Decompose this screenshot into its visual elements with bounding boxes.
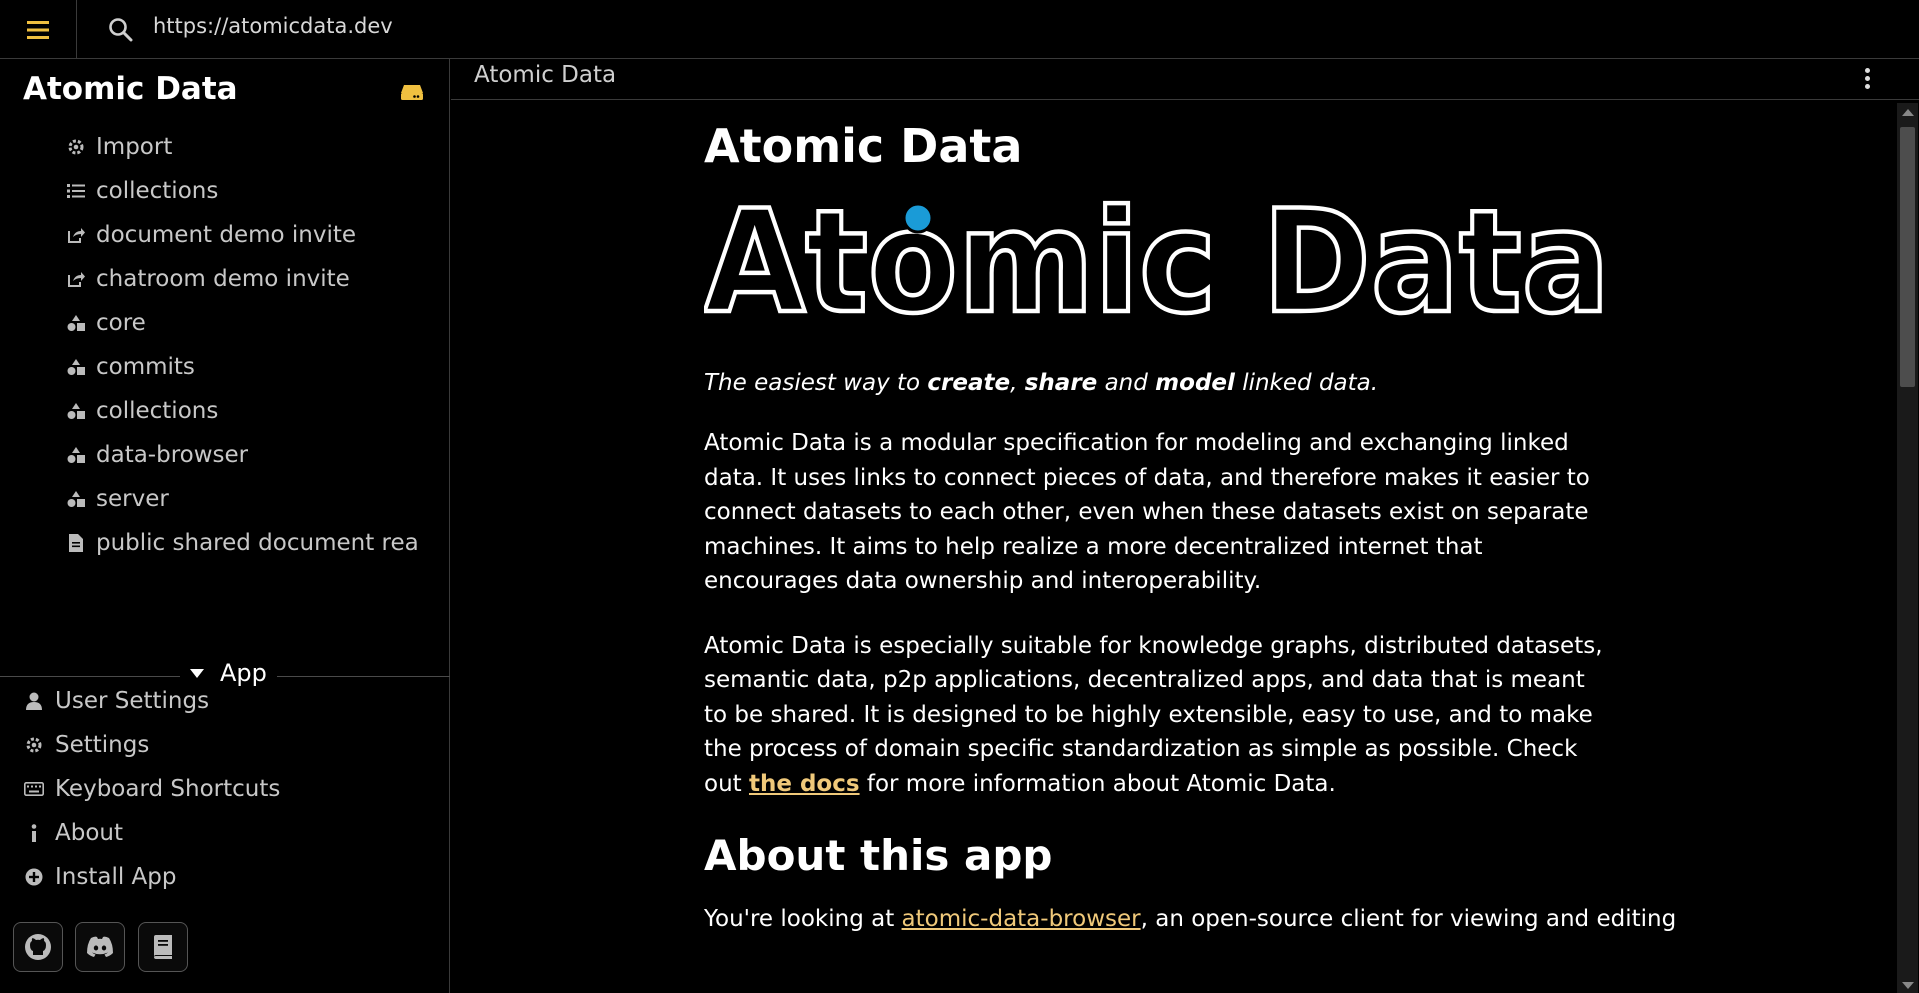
- share-icon: [66, 269, 86, 289]
- sidebar-item-label: core: [96, 310, 146, 336]
- dot: [1864, 67, 1870, 73]
- keyboard-icon: [24, 779, 44, 799]
- sidebar-item-collections-ontology[interactable]: collections: [0, 389, 450, 433]
- description-paragraph: Atomic Data is a modular specification f…: [704, 430, 1590, 595]
- sidebar-item-label: Import: [96, 134, 173, 160]
- page-title: Atomic Data: [704, 119, 1023, 173]
- sidebar-item-label: Install App: [55, 864, 177, 890]
- sidebar-item-label: collections: [96, 398, 219, 424]
- drive-nav-list: Import collections document demo invite …: [0, 125, 450, 565]
- sidebar-item-user-settings[interactable]: User Settings: [0, 679, 450, 723]
- dot: [1864, 75, 1870, 81]
- paragraph-text: You're looking at: [704, 906, 902, 933]
- sidebar-item-collections[interactable]: collections: [0, 169, 450, 213]
- suitability-paragraph: Atomic Data is especially suitable for k…: [704, 629, 1614, 802]
- paragraph-text: , an open-source client for viewing and …: [1140, 906, 1677, 933]
- about-app-paragraph: You're looking at atomic-data-browser, a…: [704, 906, 1676, 933]
- sidebar-item-document-demo-invite[interactable]: document demo invite: [0, 213, 450, 257]
- sidebar-item-label: commits: [96, 354, 195, 380]
- sidebar-item-label: collections: [96, 178, 219, 204]
- tagline: The easiest way to create, share and mod…: [704, 370, 1624, 396]
- sidebar-item-label: chatroom demo invite: [96, 266, 350, 292]
- shapes-icon: [66, 445, 86, 465]
- discord-icon: [87, 936, 113, 957]
- tagline-share: share: [1024, 370, 1098, 397]
- breadcrumb-item[interactable]: Atomic Data: [474, 62, 616, 88]
- resource-content: Atomic Data Atomic Data The easiest way …: [702, 119, 1676, 933]
- app-nav-list: User Settings Settings Keyboard Shortcut…: [0, 679, 450, 899]
- atomic-data-browser-link[interactable]: atomic-data-browser: [902, 906, 1141, 932]
- sidebar-item-install-app[interactable]: Install App: [0, 855, 450, 899]
- list-icon: [66, 181, 86, 201]
- gear-icon: [66, 137, 86, 157]
- github-icon: [25, 934, 51, 960]
- tagline-model: model: [1155, 370, 1235, 397]
- gear-icon: [24, 735, 44, 755]
- book-icon: [154, 935, 172, 959]
- sidebar-item-server[interactable]: server: [0, 477, 450, 521]
- scroll-down-arrow[interactable]: [1902, 982, 1914, 989]
- logo-text: Atomic Data: [704, 196, 1610, 326]
- tagline-text: The easiest way to: [704, 370, 928, 397]
- more-options-button[interactable]: [1857, 64, 1877, 92]
- info-icon: [24, 823, 44, 843]
- sidebar-item-label: Settings: [55, 732, 150, 758]
- sidebar-item-data-browser[interactable]: data-browser: [0, 433, 450, 477]
- shapes-icon: [66, 357, 86, 377]
- sidebar-item-label: User Settings: [55, 688, 210, 714]
- shapes-icon: [66, 401, 86, 421]
- breadcrumb: Atomic Data: [451, 59, 1919, 100]
- menu-button[interactable]: [0, 0, 77, 59]
- plus-circle-icon: [24, 867, 44, 887]
- sidebar-item-chatroom-demo-invite[interactable]: chatroom demo invite: [0, 257, 450, 301]
- tagline-text: linked data.: [1234, 370, 1379, 397]
- sidebar-item-label: public shared document rea: [96, 530, 419, 556]
- section-title-about-app: About this app: [704, 831, 1053, 881]
- caret-down-icon: [190, 668, 204, 678]
- sidebar-item-label: server: [96, 486, 169, 512]
- docs-button[interactable]: [138, 922, 188, 972]
- sidebar-item-about[interactable]: About: [0, 811, 450, 855]
- sidebar-item-label: data-browser: [96, 442, 249, 468]
- shapes-icon: [66, 489, 86, 509]
- sidebar-item-label: document demo invite: [96, 222, 357, 248]
- atomic-data-logo: Atomic Data: [702, 178, 1613, 348]
- user-icon: [24, 691, 44, 711]
- hamburger-icon: [27, 20, 49, 39]
- search-icon: [109, 18, 133, 42]
- sidebar-item-keyboard-shortcuts[interactable]: Keyboard Shortcuts: [0, 767, 450, 811]
- docs-link[interactable]: the docs: [749, 771, 860, 797]
- address-input[interactable]: [153, 14, 753, 38]
- main-panel: Atomic Data Atomic Data Atomic Data The …: [451, 59, 1919, 993]
- discord-button[interactable]: [75, 922, 125, 972]
- paragraph-text: for more information about Atomic Data.: [859, 770, 1336, 797]
- share-icon: [66, 225, 86, 245]
- sidebar-item-commits[interactable]: commits: [0, 345, 450, 389]
- sidebar-item-label: Keyboard Shortcuts: [55, 776, 281, 802]
- sidebar-item-import[interactable]: Import: [0, 125, 450, 169]
- app-section-divider: App: [0, 659, 450, 687]
- github-button[interactable]: [13, 922, 63, 972]
- sidebar-item-core[interactable]: core: [0, 301, 450, 345]
- sidebar: Atomic Data Import collections document …: [0, 59, 450, 993]
- content-scrollbar[interactable]: [1897, 103, 1918, 993]
- sidebar-item-public-shared-document[interactable]: public shared document rea: [0, 521, 450, 565]
- tagline-create: create: [927, 370, 1011, 397]
- sidebar-item-label: About: [55, 820, 124, 846]
- scroll-thumb[interactable]: [1900, 127, 1915, 387]
- tagline-text: and: [1097, 370, 1156, 397]
- shapes-icon: [66, 313, 86, 333]
- sidebar-item-settings[interactable]: Settings: [0, 723, 450, 767]
- scroll-up-arrow[interactable]: [1902, 109, 1914, 116]
- file-icon: [66, 533, 86, 553]
- hard-drive-icon[interactable]: [400, 83, 424, 101]
- dot: [1864, 83, 1870, 89]
- drive-title[interactable]: Atomic Data: [23, 71, 238, 107]
- tagline-text: ,: [1010, 370, 1025, 397]
- top-bar: [0, 0, 1919, 59]
